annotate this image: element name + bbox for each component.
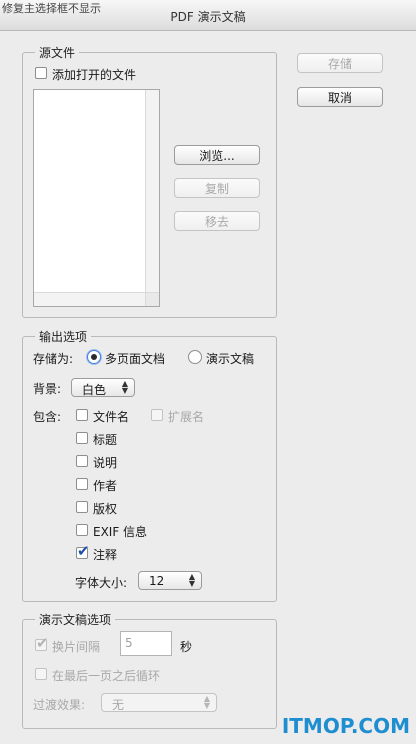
list-vertical-scrollbar[interactable]	[145, 90, 159, 293]
source-files-group: 源文件 添加打开的文件 浏览... 复制 移去	[22, 44, 277, 318]
presentation-options-legend: 演示文稿选项	[35, 611, 116, 628]
presentation-label: 演示文稿	[206, 352, 255, 366]
checkmark-icon: ✔	[36, 634, 49, 652]
include-exif-label: EXIF 信息	[93, 525, 148, 539]
include-copyright-label: 版权	[93, 502, 118, 516]
include-description-label: 说明	[93, 456, 118, 470]
include-author-label: 作者	[93, 479, 118, 493]
source-files-list[interactable]	[33, 89, 160, 307]
source-files-legend: 源文件	[35, 44, 80, 61]
browse-button[interactable]: 浏览...	[174, 145, 260, 165]
advance-checkbox[interactable]: ✔	[35, 635, 49, 651]
loop-label: 在最后一页之后循环	[52, 669, 161, 683]
transition-label: 过渡效果:	[33, 698, 86, 712]
include-filename-checkbox[interactable]	[76, 409, 88, 421]
save-button[interactable]: 存储	[297, 53, 383, 73]
loop-checkbox[interactable]	[35, 668, 47, 680]
include-extension-label: 扩展名	[168, 410, 205, 424]
background-value: 白色	[82, 383, 107, 397]
add-open-files-label: 添加打开的文件	[52, 68, 137, 82]
site-watermark: ITMOP.COM	[281, 714, 410, 738]
scroll-corner	[145, 292, 159, 306]
output-options-group: 输出选项 存储为: 多页面文档 演示文稿 背景: 白色 ▲ ▼ 包含: 文件名 扩…	[22, 328, 277, 602]
font-size-select[interactable]: 12 ▲ ▼	[138, 571, 202, 590]
add-open-files-checkbox[interactable]	[35, 67, 47, 79]
include-copyright-checkbox[interactable]	[76, 501, 88, 513]
include-extension-checkbox[interactable]	[151, 409, 163, 421]
include-title-checkbox[interactable]	[76, 432, 88, 444]
save-as-label: 存储为:	[33, 352, 74, 366]
select-arrows-icon: ▲ ▼	[188, 572, 195, 588]
include-author-checkbox[interactable]	[76, 478, 88, 490]
title-bar[interactable]: 修复主选择框不显示 PDF 演示文稿	[0, 0, 416, 31]
include-exif-checkbox[interactable]	[76, 524, 88, 536]
multi-page-label: 多页面文档	[105, 352, 166, 366]
include-title-label: 标题	[93, 433, 118, 447]
include-label: 包含:	[33, 410, 62, 424]
presentation-radio[interactable]	[188, 350, 202, 364]
transition-select[interactable]: 无 ▲ ▼	[101, 693, 217, 712]
list-horizontal-scrollbar[interactable]	[34, 292, 146, 306]
include-annotations-label: 注释	[93, 548, 118, 562]
background-select[interactable]: 白色 ▲ ▼	[71, 378, 135, 397]
background-label: 背景:	[33, 382, 62, 396]
advance-seconds-input[interactable]: 5	[120, 631, 172, 656]
transition-value: 无	[112, 698, 125, 712]
include-annotations-checkbox[interactable]: ✔	[76, 543, 90, 559]
cancel-button[interactable]: 取消	[297, 87, 383, 107]
radio-selected-dot	[91, 354, 97, 360]
seconds-label: 秒	[180, 640, 193, 654]
copy-button[interactable]: 复制	[174, 178, 260, 198]
window-title: PDF 演示文稿	[170, 10, 246, 24]
presentation-options-group: 演示文稿选项 ✔ 换片间隔 5 秒 在最后一页之后循环 过渡效果: 无 ▲ ▼	[22, 611, 277, 729]
font-size-label: 字体大小:	[75, 576, 128, 590]
output-options-legend: 输出选项	[35, 328, 92, 345]
pdf-presentation-dialog: 修复主选择框不显示 PDF 演示文稿 源文件 添加打开的文件 浏览... 复制 …	[0, 0, 416, 744]
font-size-value: 12	[149, 574, 165, 588]
remove-button[interactable]: 移去	[174, 211, 260, 231]
select-arrows-icon: ▲ ▼	[121, 379, 128, 395]
checkmark-icon: ✔	[77, 542, 90, 560]
advance-label: 换片间隔	[52, 640, 101, 654]
multi-page-radio[interactable]	[87, 350, 101, 364]
select-arrows-icon: ▲ ▼	[203, 694, 210, 710]
include-description-checkbox[interactable]	[76, 455, 88, 467]
include-filename-label: 文件名	[93, 410, 130, 424]
